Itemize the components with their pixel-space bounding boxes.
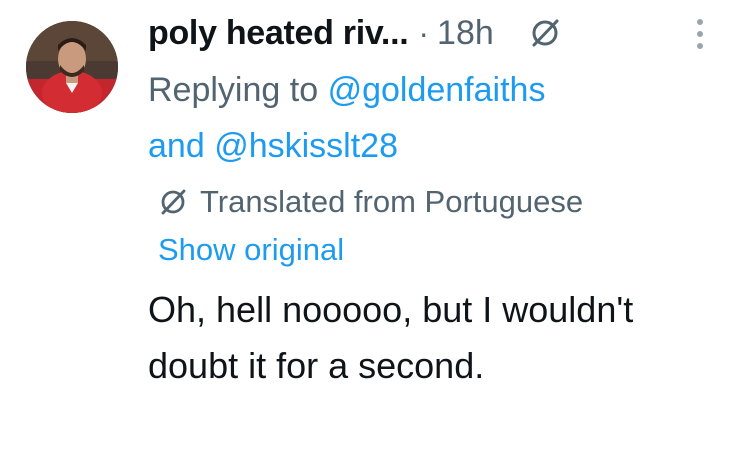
replying-to: Replying to @goldenfaiths and @hskisslt2… [148,62,708,174]
translate-icon [161,189,186,215]
avatar-image [26,21,118,113]
replying-to-label: Replying to [148,71,319,109]
tweet[interactable]: poly heated riv... · 18h Replying to @go… [0,0,750,462]
timestamp[interactable]: 18h [437,14,494,53]
translation-label: Translated from Portuguese [200,184,584,219]
mention-link[interactable]: @hskisslt28 [214,127,398,165]
tweet-header: poly heated riv... · 18h [148,8,562,58]
header-separator: · [418,14,430,51]
more-options-icon[interactable] [692,16,708,52]
display-name[interactable]: poly heated riv... [148,14,409,53]
show-original-link[interactable]: Show original [158,228,344,272]
translation-notice: Translated from Portuguese [158,180,583,224]
mention-link[interactable]: @goldenfaiths [328,71,546,109]
avatar[interactable] [26,21,118,113]
translate-icon[interactable] [528,16,562,50]
replying-to-joiner: and [148,127,205,165]
tweet-text: Oh, hell nooooo, but I wouldn't doubt it… [148,289,634,386]
